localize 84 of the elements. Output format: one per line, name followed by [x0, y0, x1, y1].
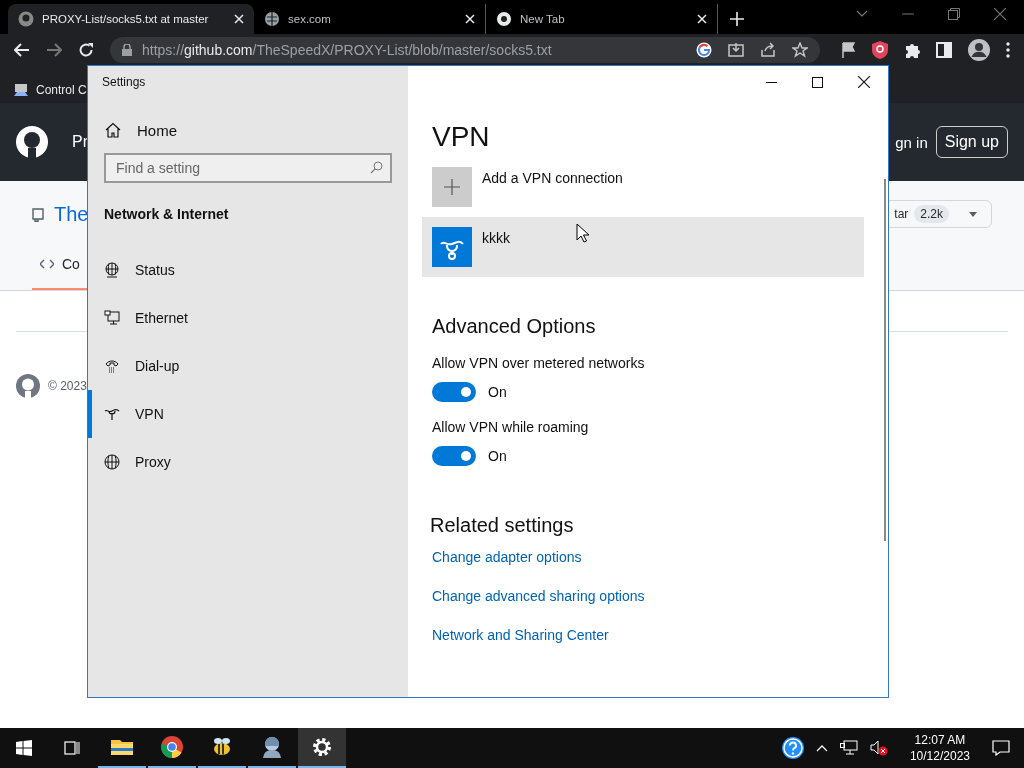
- nav-item[interactable]: VPN: [88, 390, 408, 438]
- monitor-icon: [104, 310, 120, 326]
- network-icon[interactable]: [839, 740, 858, 756]
- vpn-icon: [104, 406, 120, 422]
- vpn-connection[interactable]: kkkk: [422, 217, 864, 277]
- profile-icon[interactable]: [968, 39, 990, 61]
- globe-icon: [104, 454, 120, 470]
- settings-link[interactable]: Network and Sharing Center: [432, 627, 609, 653]
- close-icon[interactable]: [858, 76, 870, 88]
- globe-icon: [264, 11, 280, 27]
- restore-icon[interactable]: [948, 8, 960, 20]
- clock[interactable]: 12:07 AM 10/12/2023: [909, 732, 970, 764]
- share-icon[interactable]: [760, 42, 776, 58]
- vpn-icon: [432, 227, 472, 267]
- chevron-down-icon[interactable]: [856, 10, 868, 18]
- minimize-icon[interactable]: [766, 81, 777, 83]
- setting-label: Allow VPN while roaming: [432, 419, 589, 435]
- google-icon[interactable]: [696, 42, 712, 58]
- gear-icon: [310, 735, 334, 759]
- section-heading: Related settings: [430, 514, 574, 537]
- section-title: Network & Internet: [103, 205, 230, 224]
- plus-icon: [432, 167, 472, 207]
- nav-item[interactable]: Proxy: [88, 438, 408, 486]
- nav-item[interactable]: Ethernet: [88, 294, 408, 342]
- add-vpn-item[interactable]: Add a VPN connection: [432, 167, 623, 207]
- sign-up-button[interactable]: Sign up: [935, 126, 1008, 158]
- chevron-up-icon[interactable]: [815, 744, 828, 752]
- help-icon[interactable]: [781, 737, 804, 759]
- star-icon[interactable]: [792, 42, 808, 58]
- octocat-icon: [16, 374, 40, 398]
- lock-icon: [122, 44, 132, 56]
- caret-icon[interactable]: [969, 211, 977, 217]
- reload-icon[interactable]: [78, 42, 94, 58]
- repository-name[interactable]: The: [54, 203, 89, 226]
- browser-tab[interactable]: PROXY-List/socks5.txt at master: [8, 4, 254, 34]
- flag-icon[interactable]: [842, 42, 856, 58]
- puzzle-icon[interactable]: [904, 42, 920, 58]
- home-icon: [105, 122, 121, 138]
- toggle-switch[interactable]: [432, 446, 476, 466]
- octocat-icon: [18, 11, 34, 27]
- toggle-state: On: [488, 448, 507, 464]
- start-icon[interactable]: [16, 740, 32, 756]
- star-count: 2.2k: [914, 205, 949, 223]
- chrome-icon: [160, 735, 184, 759]
- bookmark[interactable]: Control C: [14, 82, 87, 97]
- page-heading: VPN: [432, 121, 490, 154]
- shield-icon[interactable]: [872, 41, 888, 59]
- back-icon[interactable]: [14, 43, 30, 57]
- volume-muted-icon[interactable]: [869, 740, 888, 756]
- new-tab-icon[interactable]: [730, 12, 744, 26]
- install-icon[interactable]: [728, 42, 744, 58]
- code-icon: [40, 259, 54, 269]
- repository-icon: [32, 207, 44, 222]
- nav-item[interactable]: Dial-up: [88, 342, 408, 390]
- taskbar-app[interactable]: [298, 728, 346, 768]
- address-bar[interactable]: https://github.com/TheSpeedX/PROXY-List/blob/master/socks5.txt: [110, 37, 820, 63]
- side-panel-icon[interactable]: [936, 42, 952, 58]
- computer-icon: [14, 82, 28, 97]
- notification-icon[interactable]: [992, 740, 1010, 756]
- nav-item[interactable]: Status: [88, 246, 408, 294]
- task-view-icon[interactable]: [64, 740, 80, 756]
- settings-link[interactable]: Change adapter options: [432, 549, 582, 575]
- window-title: Settings: [101, 74, 147, 91]
- home-item[interactable]: Home: [88, 98, 408, 142]
- forward-icon[interactable]: [46, 43, 62, 57]
- globe-icon: [104, 262, 120, 278]
- figure-icon: [260, 735, 284, 759]
- toggle-state: On: [488, 384, 507, 400]
- toggle-switch[interactable]: [432, 382, 476, 402]
- scrollbar[interactable]: [884, 179, 886, 541]
- maximize-icon[interactable]: [812, 76, 823, 88]
- setting-label: Allow VPN over metered networks: [432, 355, 645, 371]
- copyright-text: © 2023: [48, 379, 87, 393]
- octocat-icon[interactable]: [16, 126, 48, 158]
- search-icon[interactable]: [370, 161, 383, 174]
- phone-icon: [104, 358, 120, 374]
- sign-in-link[interactable]: gn in: [895, 133, 928, 151]
- section-heading: Advanced Options: [432, 315, 596, 338]
- search-field[interactable]: Find a setting: [104, 153, 392, 183]
- more-icon[interactable]: [1006, 42, 1010, 58]
- cursor-icon: [576, 223, 589, 243]
- nav-link[interactable]: Pr: [72, 133, 88, 151]
- chrome-icon: [496, 11, 512, 27]
- settings-link[interactable]: Change advanced sharing options: [432, 588, 645, 614]
